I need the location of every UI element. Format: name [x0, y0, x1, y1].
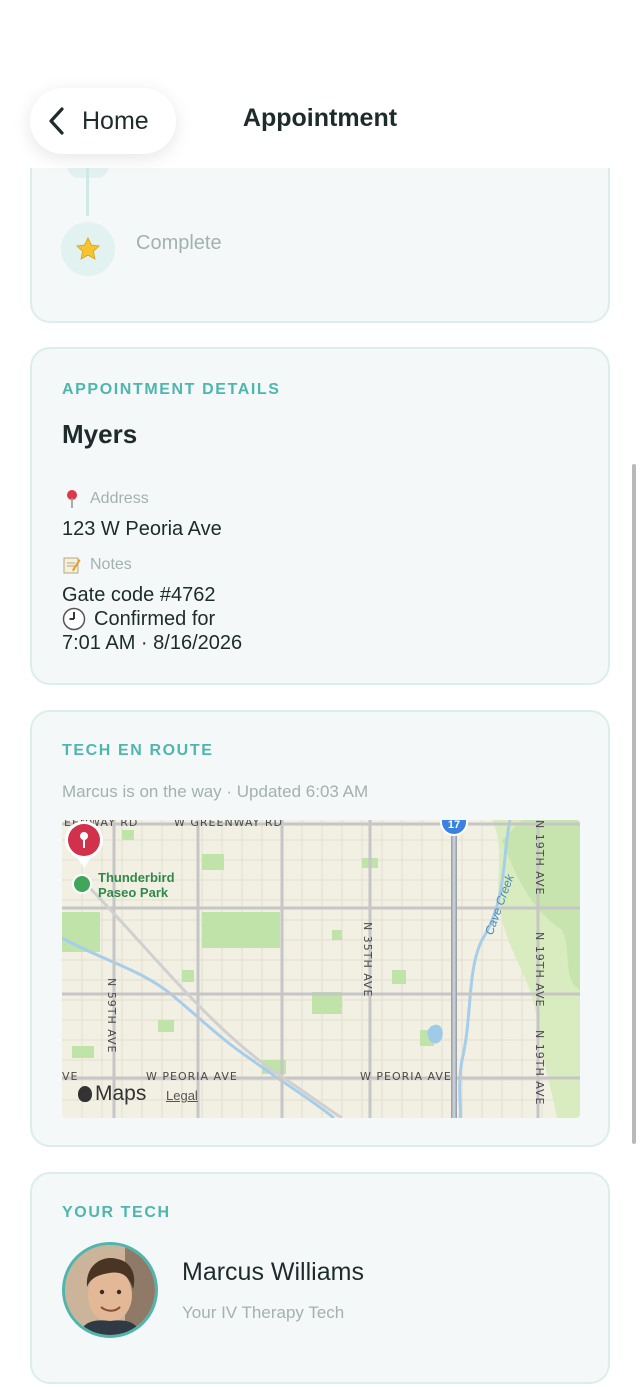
map-street-label: N 19TH AVE	[533, 932, 546, 1008]
tech-photo	[65, 1245, 155, 1335]
map-street-label: W PEORIA AVE	[146, 1070, 238, 1083]
clock-icon	[62, 607, 86, 631]
memo-icon	[62, 555, 82, 575]
appointment-details-card: APPOINTMENT DETAILS Myers Address 123 W …	[30, 347, 610, 685]
tech-role: Your IV Therapy Tech	[182, 1303, 345, 1322]
tech-name: Marcus Williams	[182, 1258, 364, 1286]
timeline-step-label: Complete	[136, 232, 222, 254]
map-street-label: W GREENWAY RD	[174, 820, 283, 829]
navigation-bar: Home Appointment	[0, 0, 640, 168]
map-legal-link[interactable]: Legal	[166, 1088, 198, 1103]
notes-heading: Notes	[62, 555, 132, 575]
confirmed-datetime: 7:01 AM · 8/16/2026	[62, 632, 243, 654]
map-graphic	[62, 820, 580, 1118]
maps-brand-label: Maps	[95, 1082, 147, 1105]
map-street-label: N 19TH AVE	[533, 820, 546, 896]
scrollbar[interactable]	[632, 464, 636, 1144]
notes-confirmation: Confirmed for	[62, 607, 242, 631]
tech-location-map[interactable]: EENWAY RD W GREENWAY RD 17 Thunderbird P…	[62, 820, 580, 1118]
tech-en-route-card: TECH EN ROUTE Marcus is on the way · Upd…	[30, 710, 610, 1147]
notes-gate-code: Gate code #4762	[62, 584, 216, 606]
timeline-connector	[86, 168, 89, 216]
confirmed-for-label: Confirmed for	[94, 608, 216, 630]
address-heading: Address	[62, 489, 149, 509]
notes-label: Notes	[90, 556, 132, 573]
avatar	[62, 1242, 158, 1338]
apple-maps-logo: Maps	[78, 1082, 146, 1106]
map-park-label: Thunderbird Paseo Park	[98, 870, 175, 900]
route-status: Marcus is on the way · Updated 6:03 AM	[62, 782, 369, 801]
map-street-label: VE	[62, 1070, 79, 1083]
park-marker-icon	[72, 874, 92, 894]
apple-icon	[78, 1086, 92, 1102]
address-value: 123 W Peoria Ave	[62, 518, 222, 540]
pushpin-icon	[62, 489, 82, 509]
section-label: YOUR TECH	[62, 1204, 171, 1221]
map-street-label: N 35TH AVE	[361, 922, 374, 998]
your-tech-card[interactable]: YOUR TECH Marcus Williams Your IV Therap…	[30, 1172, 610, 1384]
map-street-label: N 59TH AVE	[105, 978, 118, 1054]
notes-text: Gate code #4762 Confirmed for 7:01 AM · …	[62, 583, 242, 655]
park-name-line: Paseo Park	[98, 885, 169, 900]
timeline-step-complete	[61, 222, 115, 276]
client-name: Myers	[62, 419, 138, 449]
map-street-label: W PEORIA AVE	[360, 1070, 452, 1083]
park-name-line: Thunderbird	[98, 870, 175, 885]
star-icon	[75, 236, 101, 260]
location-pin-icon[interactable]	[62, 820, 106, 870]
section-label: TECH EN ROUTE	[62, 742, 214, 759]
page-title: Appointment	[242, 104, 398, 132]
map-street-label: N 19TH AVE	[533, 1030, 546, 1106]
section-label: APPOINTMENT DETAILS	[62, 381, 281, 398]
address-label: Address	[90, 490, 149, 507]
